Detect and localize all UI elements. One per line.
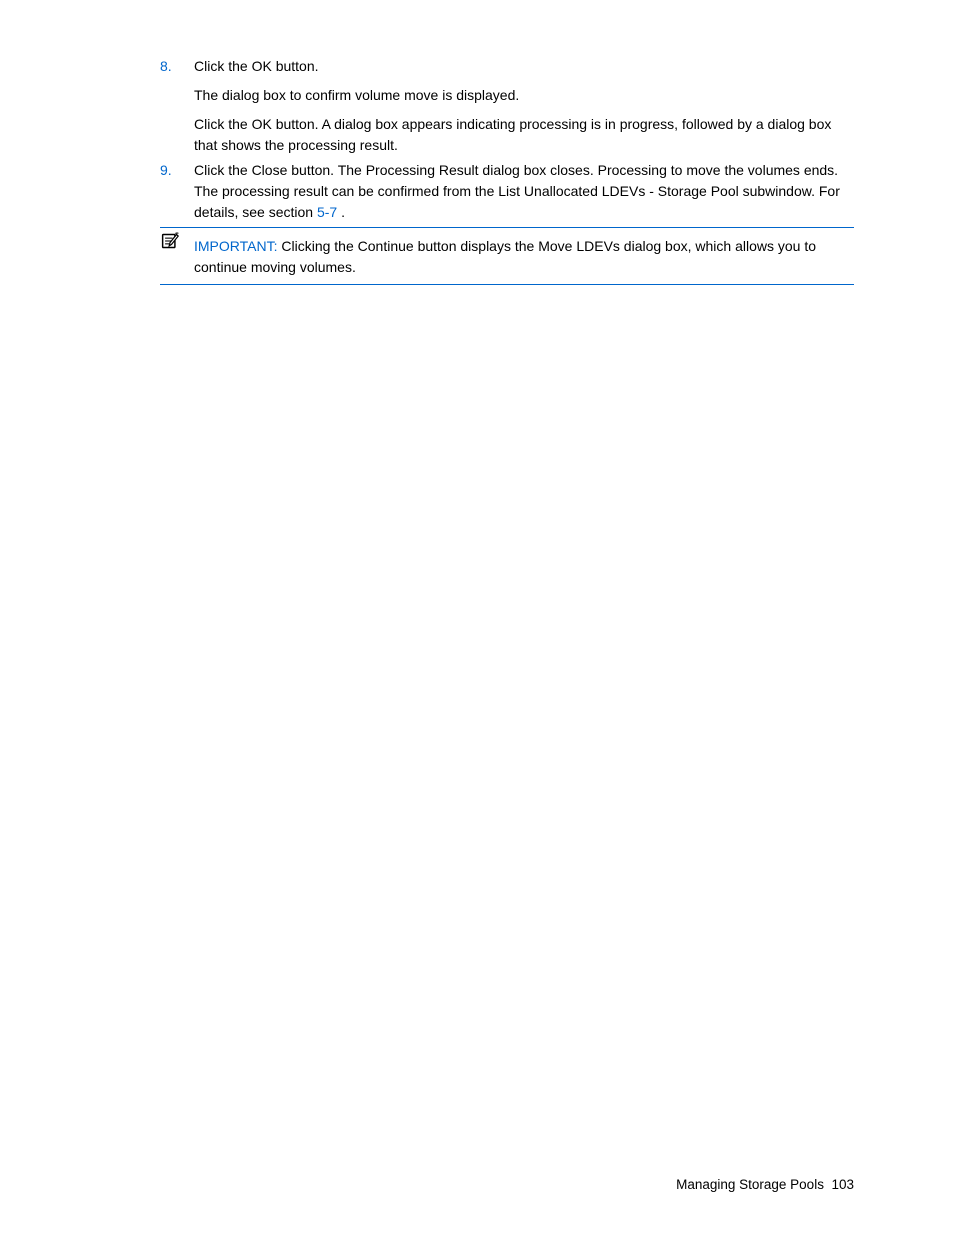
text-segment: .	[337, 204, 345, 220]
important-message: Clicking the Continue button displays th…	[194, 238, 816, 275]
important-note: IMPORTANT: Clicking the Continue button …	[160, 227, 854, 285]
page-footer: Managing Storage Pools 103	[676, 1175, 854, 1195]
step-text: Click the Close button. The Processing R…	[194, 160, 854, 223]
note-icon	[160, 232, 194, 256]
important-content: IMPORTANT: Clicking the Continue button …	[194, 232, 854, 278]
step-number: 9.	[160, 160, 194, 223]
section-link[interactable]: 5-7	[317, 204, 337, 220]
step-body: Click the OK button. The dialog box to c…	[194, 56, 854, 156]
text-segment: Click the Close button. The Processing R…	[194, 162, 840, 220]
step-number: 8.	[160, 56, 194, 156]
step-text: The dialog box to confirm volume move is…	[194, 85, 854, 106]
step-text: Click the OK button. A dialog box appear…	[194, 114, 854, 156]
step-8: 8. Click the OK button. The dialog box t…	[160, 56, 854, 156]
page-number: 103	[831, 1177, 854, 1192]
important-label: IMPORTANT:	[194, 238, 278, 254]
page-content: 8. Click the OK button. The dialog box t…	[0, 0, 954, 285]
step-9: 9. Click the Close button. The Processin…	[160, 160, 854, 223]
step-body: Click the Close button. The Processing R…	[194, 160, 854, 223]
footer-title: Managing Storage Pools	[676, 1177, 824, 1192]
step-text: Click the OK button.	[194, 56, 854, 77]
